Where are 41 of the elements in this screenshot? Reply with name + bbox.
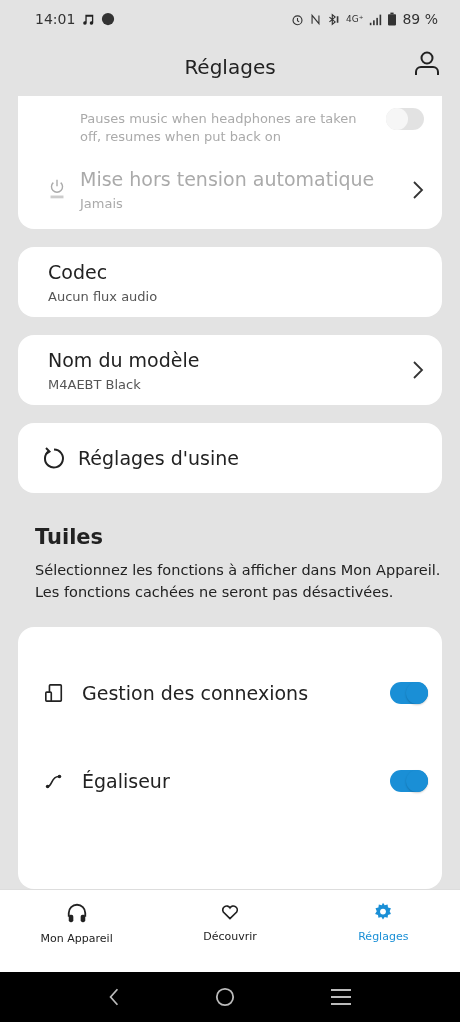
devices-icon [44,683,64,703]
setting-title: Réglages d'usine [78,447,239,469]
section-title: Tuiles [35,525,105,549]
profile-icon[interactable] [414,50,440,76]
chevron-right-icon [412,360,424,380]
toggle-switch[interactable] [390,770,428,792]
reset-icon [42,446,66,470]
signal-icon [369,12,383,26]
setting-title: Mise hors tension automatique [80,168,376,190]
setting-title: Nom du modèle [48,348,201,371]
nfc-icon [309,12,321,26]
nav-tab[interactable]: Réglages [323,890,444,972]
setting-title: Codec [48,260,109,283]
setting-description: Pauses music when headphones are taken off, resumes when put back on [80,110,358,146]
bluetooth-icon [326,12,340,26]
app-badge-icon [101,12,116,26]
settings-icon [373,902,394,922]
tile-label: Égaliseur [82,770,171,792]
page-title: Réglages [184,55,276,79]
status-time: 14:01 [35,11,76,27]
back-icon[interactable] [107,987,120,1007]
heart-icon [220,902,240,922]
music-note-icon [81,12,96,26]
setting-card[interactable]: Réglages d'usine [18,423,442,493]
home-icon[interactable] [215,987,235,1007]
headphones-icon [65,902,88,924]
section-description: Sélectionnez les fonctions à afficher dans Mon Appareil. Les fonctions cachées ne seront pas désactivées. [35,561,442,602]
toggle-switch[interactable] [390,682,428,704]
setting-value: Aucun flux audio [48,288,159,304]
menu-icon[interactable] [330,988,353,1006]
network-type: 4G⁺ [345,14,364,24]
alarm-icon [290,12,304,26]
setting-card[interactable]: Nom du modèle M4AEBT Black [18,335,442,405]
setting-value: Jamais [80,196,124,211]
setting-value: M4AEBT Black [48,376,142,392]
nav-tab[interactable]: Découvrir [170,890,290,972]
battery-level: 89 % [402,11,438,27]
tile-label: Gestion des connexions [82,682,310,704]
nav-tab[interactable]: Mon Appareil [16,890,137,972]
battery-icon [388,12,397,26]
chevron-right-icon [412,179,424,200]
